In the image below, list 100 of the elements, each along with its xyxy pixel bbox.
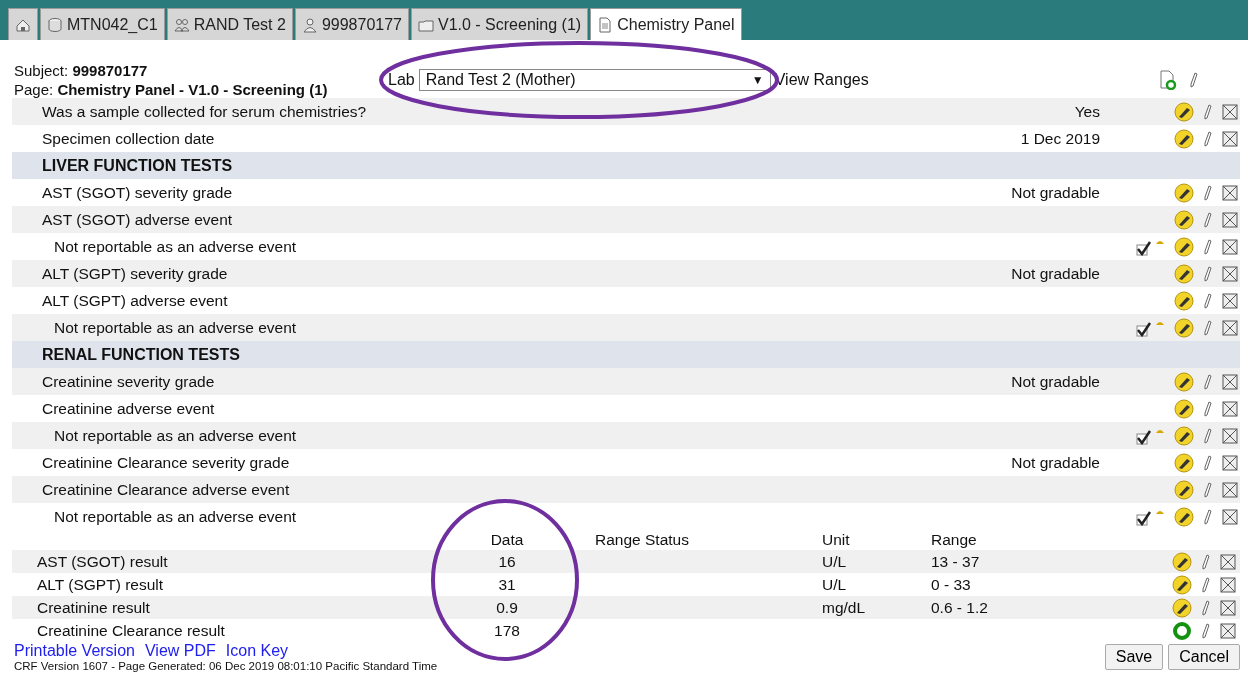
pencil-icon[interactable] [1202,265,1214,282]
pencil-icon[interactable] [1202,400,1214,417]
edit-status-icon[interactable] [1172,597,1192,618]
form-button[interactable]: Cancel [1168,644,1240,670]
crossed-box-icon[interactable] [1220,599,1236,616]
result-label: ALT (SGPT) result [36,575,165,594]
form-button[interactable]: Save [1104,644,1164,670]
edit-status-icon[interactable] [1174,209,1194,230]
document-icon [597,16,614,33]
edit-status-icon[interactable] [1174,182,1194,203]
pencil-icon[interactable] [1202,238,1214,255]
crossed-box-icon[interactable] [1222,265,1238,282]
answer-value: Not gradable [1011,183,1101,202]
question-label: Was a sample collected for serum chemistries? [41,102,368,121]
edit-status-icon[interactable] [1174,101,1194,122]
edit-status-icon[interactable] [1174,236,1194,257]
question-label: Specimen collection date [41,129,216,148]
column-header: Unit [822,531,851,549]
answer-value: Not gradable [1011,264,1101,283]
tab[interactable]: RAND Test 2 [166,8,293,40]
table-cell-text: 0.9 [495,598,519,617]
pencil-icon[interactable] [1202,103,1214,120]
answer-value: Not gradable [1011,453,1101,472]
tab[interactable]: 999870177 [294,8,409,40]
footer-link[interactable]: Icon Key [225,642,289,660]
crossed-box-icon[interactable] [1222,211,1238,228]
crossed-box-icon[interactable] [1222,400,1238,417]
answer-value: 1 Dec 2019 [1020,129,1101,148]
pencil-icon[interactable] [1200,622,1212,639]
column-header: Range Status [594,531,690,549]
edit-status-icon[interactable] [1174,506,1194,527]
column-header: Range [931,531,978,549]
tab[interactable]: V1.0 - Screening (1) [411,8,589,40]
crossed-box-icon[interactable] [1222,373,1238,390]
result-label: Creatinine Clearance result [36,621,226,640]
crossed-box-icon[interactable] [1222,454,1238,471]
question-label: Creatinine Clearance adverse event [41,480,291,499]
table-cell-text: U/L [822,552,848,571]
pencil-icon[interactable] [1202,373,1214,390]
column-header: Data [489,531,525,549]
tab[interactable] [8,8,38,40]
pencil-icon[interactable] [1202,454,1214,471]
crossed-box-icon[interactable] [1220,576,1236,593]
edit-status-icon[interactable] [1174,371,1194,392]
edit-status-icon[interactable] [1174,452,1194,473]
crossed-box-icon[interactable] [1220,553,1236,570]
tab[interactable]: Chemistry Panel [590,8,742,40]
people-icon [173,16,190,33]
pencil-icon[interactable] [1200,576,1212,593]
pencil-icon[interactable] [1202,508,1214,525]
edit-status-icon[interactable] [1172,551,1192,572]
lab-label: Lab [388,71,415,89]
edit-status-icon[interactable] [1174,317,1194,338]
footer-link[interactable]: Printable Version [14,642,135,660]
crossed-box-icon[interactable] [1222,292,1238,309]
page-text: Page: Chemistry Panel - V1.0 - Screening (1) [14,80,329,99]
table-cell-text: 31 [497,575,517,594]
edit-status-icon[interactable] [1174,479,1194,500]
edit-status-icon[interactable] [1174,128,1194,149]
crossed-box-icon[interactable] [1222,184,1238,201]
crossed-box-icon[interactable] [1222,508,1238,525]
crossed-box-icon[interactable] [1222,427,1238,444]
edit-status-icon[interactable] [1174,398,1194,419]
section-heading: LIVER FUNCTION TESTS [12,152,1240,179]
footer-link[interactable]: View PDF [144,642,216,660]
result-label: AST (SGOT) result [36,552,169,571]
pencil-icon[interactable] [1200,553,1212,570]
pencil-icon[interactable] [1202,211,1214,228]
edit-status-icon[interactable] [1172,574,1192,595]
pencil-icon[interactable] [1188,72,1200,88]
answer-value: Yes [1074,102,1101,121]
crossed-box-icon[interactable] [1220,622,1236,639]
edit-status-icon[interactable] [1174,425,1194,446]
edit-status-icon[interactable] [1174,263,1194,284]
edit-status-icon[interactable] [1174,290,1194,311]
tab[interactable]: MTN042_C1 [40,8,165,40]
table-cell-text: U/L [822,575,848,594]
crossed-box-icon[interactable] [1222,481,1238,498]
crossed-box-icon[interactable] [1222,238,1238,255]
pencil-icon[interactable] [1202,184,1214,201]
table-cell-text: 0.6 - 1.2 [931,598,989,617]
crossed-box-icon[interactable] [1222,130,1238,147]
question-label: Creatinine adverse event [41,399,216,418]
crossed-box-icon[interactable] [1222,319,1238,336]
pencil-icon[interactable] [1202,481,1214,498]
answer-value: Not gradable [1011,372,1101,391]
pencil-icon[interactable] [1200,599,1212,616]
pencil-icon[interactable] [1202,319,1214,336]
pencil-icon[interactable] [1202,427,1214,444]
table-cell-text: mg/dL [822,598,867,617]
add-document-icon[interactable] [1158,70,1178,90]
question-label: ALT (SGPT) adverse event [41,291,229,310]
table-cell-text: 178 [493,621,521,640]
pencil-icon[interactable] [1202,292,1214,309]
complete-status-icon[interactable] [1172,620,1192,641]
table-cell-text: 13 - 37 [931,552,981,571]
pencil-icon[interactable] [1202,130,1214,147]
lab-dropdown[interactable]: Rand Test 2 (Mother) ▼ [418,69,771,91]
crossed-box-icon[interactable] [1222,103,1238,120]
question-label: Not reportable as an adverse event [53,237,298,256]
